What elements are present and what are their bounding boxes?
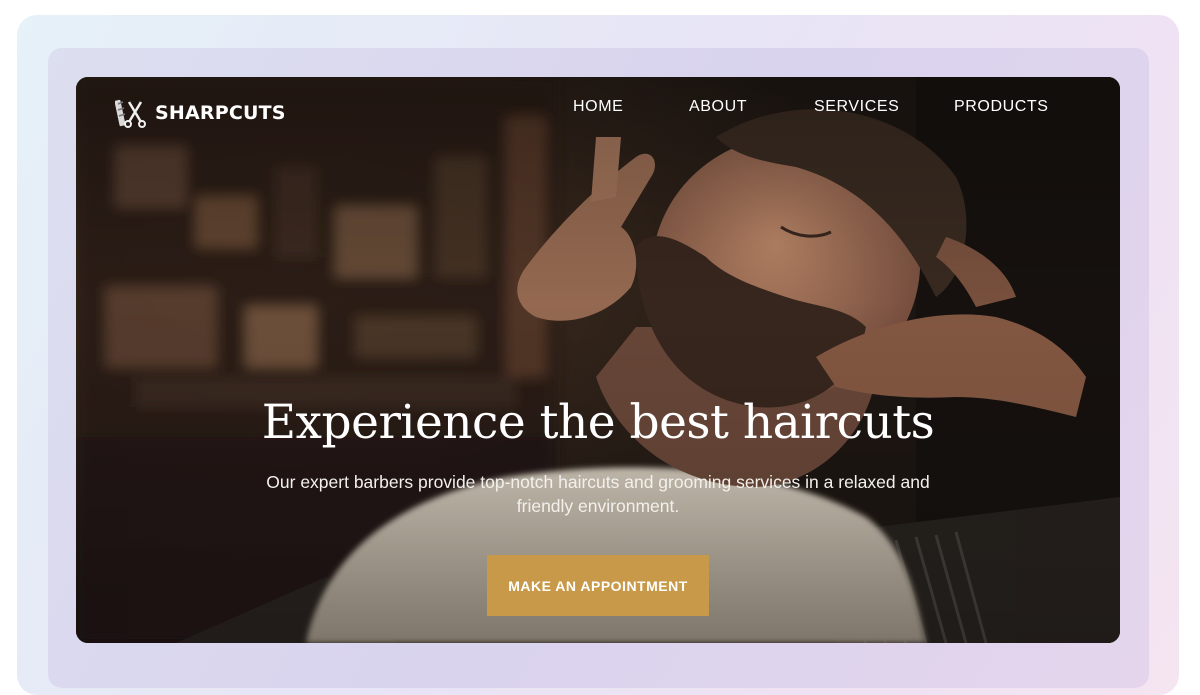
make-appointment-button[interactable]: MAKE AN APPOINTMENT — [487, 555, 709, 616]
nav-item-about[interactable]: ABOUT — [689, 98, 747, 116]
nav-item-products[interactable]: PRODUCTS — [954, 98, 1049, 116]
hero-subtitle: Our expert barbers provide top-notch hai… — [266, 472, 930, 516]
nav-item-home[interactable]: HOME — [573, 98, 623, 116]
nav-item-services[interactable]: SERVICES — [814, 98, 899, 116]
hero-title: Experience the best haircuts — [261, 395, 935, 450]
main-nav: HOME ABOUT SERVICES PRODUCTS — [76, 98, 1120, 120]
hero-section: SHARPCUTS HOME ABOUT SERVICES PRODUCTS E… — [76, 77, 1120, 643]
